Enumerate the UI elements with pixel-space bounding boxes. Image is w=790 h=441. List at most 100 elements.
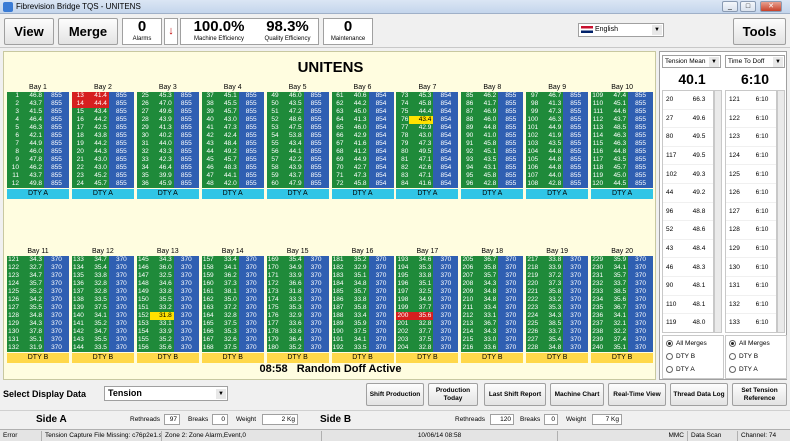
position-row[interactable]: 180 35.2 370 xyxy=(266,344,329,352)
position-row[interactable]: 171 33.9 370 xyxy=(266,272,329,280)
position-row[interactable]: 170 34.9 370 xyxy=(266,264,329,272)
position-row[interactable]: 62 44.2 854 xyxy=(331,100,394,108)
radio-dty-a-2[interactable]: DTY A xyxy=(729,366,758,373)
position-row[interactable]: 212 33.1 370 xyxy=(461,312,524,320)
position-row[interactable]: 182 32.9 370 xyxy=(331,264,394,272)
position-row[interactable]: 135 33.8 370 xyxy=(71,272,134,280)
position-row[interactable]: 114 46.3 855 xyxy=(591,132,654,140)
position-row[interactable]: 8 46.0 855 xyxy=(7,148,69,156)
radio-dty-b[interactable]: DTY B xyxy=(666,353,695,360)
position-row[interactable]: 198 34.9 370 xyxy=(396,296,459,304)
position-row[interactable]: 232 33.7 370 xyxy=(591,280,654,288)
position-row[interactable]: 195 33.8 370 xyxy=(396,272,459,280)
position-row[interactable]: 122 32.7 370 xyxy=(7,264,69,272)
position-row[interactable]: 50 43.5 855 xyxy=(266,100,329,108)
maximize-icon[interactable]: □ xyxy=(740,1,756,12)
position-row[interactable]: 193 34.6 370 xyxy=(396,256,459,264)
position-row[interactable]: 158 34.1 370 xyxy=(201,264,264,272)
position-row[interactable]: 31 44.0 855 xyxy=(136,140,199,148)
position-row[interactable]: 187 35.8 370 xyxy=(331,304,394,312)
position-row[interactable]: 179 36.4 370 xyxy=(266,336,329,344)
position-row[interactable]: 38 45.5 855 xyxy=(201,100,264,108)
position-row[interactable]: 166 35.3 370 xyxy=(201,328,264,336)
list-item[interactable]: 123 6:10 xyxy=(726,128,776,147)
minimize-icon[interactable]: _ xyxy=(722,1,738,12)
position-row[interactable]: 142 34.7 370 xyxy=(71,328,134,336)
position-row[interactable]: 217 33.8 370 xyxy=(526,256,589,264)
position-row[interactable]: 109 47.4 855 xyxy=(591,92,654,100)
position-row[interactable]: 102 41.9 855 xyxy=(526,132,589,140)
position-row[interactable]: 127 35.5 370 xyxy=(7,304,69,312)
position-row[interactable]: 30 40.2 855 xyxy=(136,132,199,140)
merge-button[interactable]: Merge xyxy=(58,18,118,45)
close-icon[interactable]: ✕ xyxy=(760,1,782,12)
position-row[interactable]: 86 41.7 855 xyxy=(461,100,524,108)
position-row[interactable]: 94 43.1 855 xyxy=(461,164,524,172)
position-row[interactable]: 208 34.3 370 xyxy=(461,280,524,288)
position-row[interactable]: 129 34.3 370 xyxy=(7,320,69,328)
position-row[interactable]: 183 35.1 370 xyxy=(331,272,394,280)
position-row[interactable]: 235 36.7 370 xyxy=(591,304,654,312)
position-row[interactable]: 126 34.2 370 xyxy=(7,296,69,304)
position-row[interactable]: 25 45.3 855 xyxy=(136,92,199,100)
position-row[interactable]: 141 35.2 370 xyxy=(71,320,134,328)
position-row[interactable]: 23 45.2 855 xyxy=(71,172,134,180)
position-row[interactable]: 61 40.6 854 xyxy=(331,92,394,100)
list-item[interactable]: 80 49.5 xyxy=(663,128,713,147)
position-row[interactable]: 177 33.6 370 xyxy=(266,320,329,328)
position-row[interactable]: 104 44.8 855 xyxy=(526,148,589,156)
alarms-kpi[interactable]: 0 Alarms xyxy=(122,18,162,45)
position-row[interactable]: 117 43.5 855 xyxy=(591,156,654,164)
position-row[interactable]: 144 33.5 370 xyxy=(71,344,134,352)
set-tension-reference-button[interactable]: Set Tension Reference xyxy=(732,383,787,406)
list-item[interactable]: 52 48.6 xyxy=(663,221,713,240)
chevron-down-icon[interactable]: ▼ xyxy=(652,25,662,35)
position-row[interactable]: 85 46.2 855 xyxy=(461,92,524,100)
position-row[interactable]: 230 34.1 370 xyxy=(591,264,654,272)
position-row[interactable]: 41 47.3 855 xyxy=(201,124,264,132)
list-item[interactable]: 125 6:10 xyxy=(726,165,776,184)
position-row[interactable]: 52 48.6 855 xyxy=(266,116,329,124)
position-row[interactable]: 231 35.7 370 xyxy=(591,272,654,280)
position-row[interactable]: 5 46.3 855 xyxy=(7,124,69,132)
position-row[interactable]: 118 45.7 855 xyxy=(591,164,654,172)
position-row[interactable]: 223 35.3 370 xyxy=(526,304,589,312)
position-row[interactable]: 239 37.4 370 xyxy=(591,336,654,344)
position-row[interactable]: 27 49.6 855 xyxy=(136,108,199,116)
position-row[interactable]: 95 45.8 855 xyxy=(461,172,524,180)
list-item[interactable]: 126 6:10 xyxy=(726,184,776,203)
list-item[interactable]: 110 48.1 xyxy=(663,296,713,315)
position-row[interactable]: 19 44.2 855 xyxy=(71,140,134,148)
position-row[interactable]: 200 35.6 370 xyxy=(396,312,459,320)
position-row[interactable]: 110 45.1 855 xyxy=(591,100,654,108)
machine-chart-button[interactable]: Machine Chart xyxy=(550,383,604,406)
chevron-down-icon[interactable]: ▼ xyxy=(216,389,226,399)
position-row[interactable]: 167 32.6 370 xyxy=(201,336,264,344)
position-row[interactable]: 189 35.9 370 xyxy=(331,320,394,328)
position-row[interactable]: 173 31.8 370 xyxy=(266,288,329,296)
position-row[interactable]: 3 41.5 855 xyxy=(7,108,69,116)
position-row[interactable]: 220 37.3 370 xyxy=(526,280,589,288)
position-row[interactable]: 43 48.4 855 xyxy=(201,140,264,148)
position-row[interactable]: 153 33.1 370 xyxy=(136,320,199,328)
position-row[interactable]: 65 46.0 854 xyxy=(331,124,394,132)
position-row[interactable]: 15 43.4 855 xyxy=(71,108,134,116)
thread-data-log-button[interactable]: Thread Data Log xyxy=(670,383,728,406)
position-row[interactable]: 16 44.2 855 xyxy=(71,116,134,124)
position-row[interactable]: 225 38.5 370 xyxy=(526,320,589,328)
position-row[interactable]: 48 42.0 855 xyxy=(201,180,264,188)
chevron-down-icon[interactable]: ▼ xyxy=(773,57,783,67)
position-row[interactable]: 78 43.0 854 xyxy=(396,132,459,140)
position-row[interactable]: 57 42.2 855 xyxy=(266,156,329,164)
position-row[interactable]: 194 35.3 370 xyxy=(396,264,459,272)
position-row[interactable]: 69 44.9 854 xyxy=(331,156,394,164)
position-row[interactable]: 145 34.3 370 xyxy=(136,256,199,264)
position-row[interactable]: 106 44.8 855 xyxy=(526,164,589,172)
position-row[interactable]: 202 37.7 370 xyxy=(396,328,459,336)
position-row[interactable]: 190 37.5 370 xyxy=(331,328,394,336)
position-row[interactable]: 63 45.0 854 xyxy=(331,108,394,116)
position-row[interactable]: 228 34.8 370 xyxy=(526,344,589,352)
position-row[interactable]: 35 39.9 855 xyxy=(136,172,199,180)
position-row[interactable]: 226 33.7 370 xyxy=(526,328,589,336)
position-row[interactable]: 201 32.8 370 xyxy=(396,320,459,328)
